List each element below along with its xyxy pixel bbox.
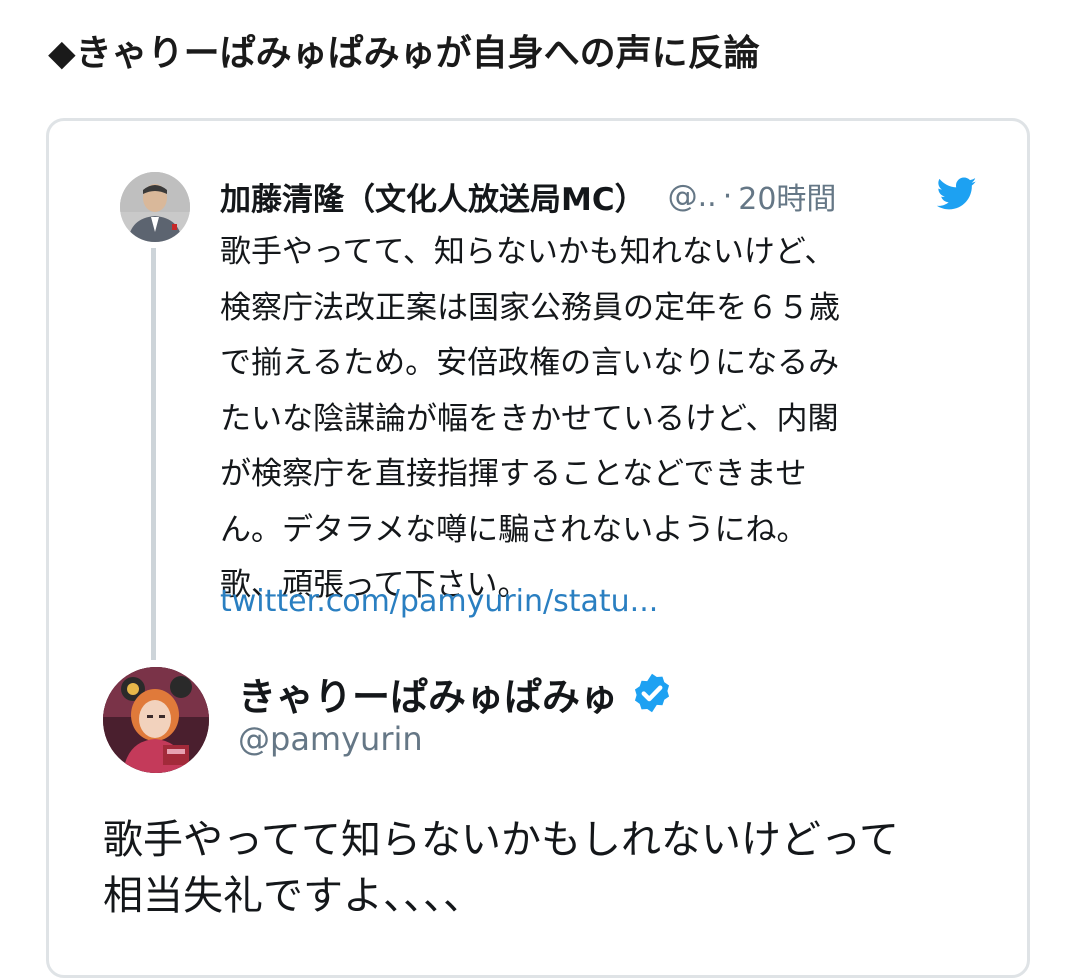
verified-badge-icon <box>634 673 670 713</box>
parent-tweet-line: が検察庁を直接指揮することなどできませ <box>220 456 807 492</box>
parent-tweet-line: たいな陰謀論が幅をきかせているけど、内閣 <box>220 400 839 437</box>
parent-author-avatar[interactable] <box>120 172 190 242</box>
parent-tweet-link[interactable]: twitter.com/pamyurin/statu... <box>220 584 658 619</box>
reply-author-name[interactable]: きゃりーぱみゅぱみゅ <box>238 666 618 721</box>
reply-tweet-line: 歌手やってて知らないかもしれないけどって <box>103 817 899 863</box>
reply-author-avatar[interactable] <box>103 667 209 773</box>
parent-author-handle[interactable]: @.. <box>668 179 717 214</box>
twitter-bird-icon[interactable] <box>937 177 977 211</box>
parent-tweet-line: で揃えるため。安倍政権の言いなりになるみ <box>220 345 840 381</box>
reply-author-handle[interactable]: @pamyurin <box>238 720 423 758</box>
avatar-portrait-image <box>120 172 190 242</box>
reply-tweet-text: 歌手やってて知らないかもしれないけどって 相当失礼ですよ、、、、 <box>103 812 899 924</box>
article-heading: ◆きゃりーぱみゅぱみゅが自身への声に反論 <box>48 33 760 74</box>
header-separator: · <box>722 178 733 214</box>
parent-tweet-timestamp[interactable]: 20時間 <box>738 174 836 218</box>
avatar-portrait-image <box>103 667 209 773</box>
parent-author-name[interactable]: 加藤清隆（文化人放送局MC） <box>220 174 646 219</box>
parent-tweet-header: 加藤清隆（文化人放送局MC） @.. · 20時間 <box>220 172 1000 220</box>
reply-tweet-line: 相当失礼ですよ、、、、 <box>103 873 483 919</box>
thread-connector-line <box>151 248 156 660</box>
parent-tweet-text: 歌手やってて、知らないかも知れないけど、 検察庁法改正案は国家公務員の定年を６５… <box>220 225 980 614</box>
reply-tweet-header: きゃりーぱみゅぱみゅ <box>238 665 674 721</box>
parent-tweet-line: ん。デタラメな噂に騙されないようにね。 <box>220 511 808 548</box>
parent-tweet-line: 検察庁法改正案は国家公務員の定年を６５歳 <box>220 289 840 326</box>
parent-tweet-line: 歌手やってて、知らないかも知れないけど、 <box>220 234 836 270</box>
